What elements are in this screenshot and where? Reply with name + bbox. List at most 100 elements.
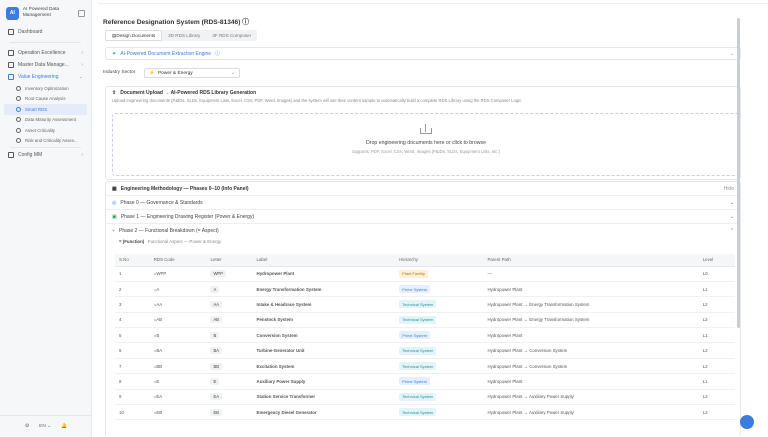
menu-icon xyxy=(8,62,14,68)
hide-button[interactable]: Hide xyxy=(724,186,734,192)
row-number: 3 xyxy=(115,296,150,313)
row-number: 7 xyxy=(115,358,150,375)
menu-icon xyxy=(8,152,14,158)
parent-path: Hydropower Plant xyxy=(483,373,699,390)
upload-icon: ⇪ xyxy=(112,89,117,96)
column-header[interactable]: Hierarchy xyxy=(395,254,484,267)
level: L2 xyxy=(698,389,735,406)
tab-rds-composer[interactable]: 3F RDS Composer xyxy=(206,30,257,41)
rds-code: =EA xyxy=(149,389,207,406)
bullet-icon xyxy=(16,106,21,112)
sidebar-item-label: Inventory Optimization xyxy=(25,85,69,91)
rds-label: Energy Transformation System xyxy=(252,281,396,298)
industry-select[interactable]: ⚡ Power & Energy ⌄ xyxy=(144,68,240,78)
sidebar-item-operation-excellence[interactable]: Operation Excellence › xyxy=(4,47,87,59)
collapse-sidebar-icon[interactable] xyxy=(78,9,85,17)
table-row[interactable]: 9 =EA EA Station Service Transformer Technic… xyxy=(115,389,735,406)
language-select[interactable]: EN ⌄ xyxy=(39,424,51,429)
phase-2[interactable]: ⑂ Phase 2 — Functional Breakdown (= Aspec… xyxy=(106,223,740,237)
column-header[interactable]: Letter xyxy=(206,254,253,267)
column-header[interactable]: Label xyxy=(252,254,396,267)
table-row[interactable]: 1 =WPP WPP Hydropower Plant Plant Facility — L… xyxy=(115,266,735,282)
sidebar-item-inventory-optimization[interactable]: Inventory Optimization xyxy=(4,83,87,94)
sidebar-item-dashboard[interactable]: Dashboard xyxy=(4,26,87,38)
file-dropzone[interactable]: Drop engineering documents here or click… xyxy=(112,113,740,176)
table-row[interactable]: 8 =E E Auxiliary Power Supply Prime System Hy… xyxy=(115,373,735,390)
rds-label: Auxiliary Power Supply xyxy=(252,373,396,390)
tab-design-documents[interactable]: ▤ Design Documents xyxy=(105,30,163,41)
chevron-down-icon[interactable]: ⌄ xyxy=(730,51,734,57)
table-row[interactable]: 10 =EB EB Emergency Diesel Generator Technic… xyxy=(115,404,735,421)
row-number: 8 xyxy=(115,373,150,390)
phase-0[interactable]: ◎ Phase 0 — Governance & Standards ⌄ xyxy=(106,195,740,209)
sidebar-item-smart-rds[interactable]: Smart RDS xyxy=(4,104,87,115)
sidebar-item-config-mm[interactable]: Config MM › xyxy=(4,149,87,161)
upload-description: Upload engineering documents (P&IDs, SLD… xyxy=(112,98,523,103)
table-row[interactable]: 5 =B B Conversion System Prime System Hydropo… xyxy=(115,327,735,344)
phase-breadcrumb: = (Function) Functional Aspect — Power &… xyxy=(119,239,222,244)
letter-badge: B xyxy=(210,331,220,339)
sidebar-item-master-data-manage[interactable]: Master Data Manage... › xyxy=(4,59,87,71)
table-row[interactable]: 7 =BB BB Excitation System Technical System H… xyxy=(115,358,735,375)
letter-badge: E xyxy=(210,377,220,385)
sidebar-item-value-engineering[interactable]: Value Engineering ⌄ xyxy=(4,71,87,83)
chevron-up-icon: ⌃ xyxy=(729,227,734,234)
phase-1[interactable]: ▣ Phase 1 — Engineering Drawing Register … xyxy=(106,209,740,223)
sparkle-icon: ✦ xyxy=(112,50,117,57)
info-icon[interactable]: ⓘ xyxy=(242,19,249,26)
hierarchy-badge: Prime System xyxy=(399,285,431,294)
level: L2 xyxy=(698,342,735,359)
settings-icon[interactable]: ⚙ xyxy=(25,424,29,429)
rds-label: Intake & Headrace System xyxy=(252,296,396,313)
rds-code: =BA xyxy=(149,342,207,359)
level: L0 xyxy=(698,266,735,282)
hierarchy-badge: Technical System xyxy=(399,392,437,401)
upload-icon xyxy=(420,124,432,134)
menu-icon xyxy=(8,50,14,56)
rds-label: Emergency Diesel Generator xyxy=(252,404,396,421)
rds-code: =AA xyxy=(149,296,207,313)
table-row[interactable]: 6 =BA BA Turbine-Generator Unit Technical Sy… xyxy=(115,342,735,359)
row-number: 10 xyxy=(115,404,150,421)
level: L1 xyxy=(698,327,735,344)
table-row[interactable]: 2 =A A Energy Transformation System Prime Sy… xyxy=(115,281,735,298)
app-logo: AI xyxy=(6,6,19,20)
shield-icon: ◎ xyxy=(112,199,117,206)
sidebar-item-data-maturity-assessment[interactable]: Data Maturity Assessment xyxy=(4,115,87,126)
row-number: 6 xyxy=(115,342,150,359)
column-header[interactable]: Parent Path xyxy=(483,254,699,267)
chevron-icon: › xyxy=(81,62,83,68)
hierarchy-badge: Technical System xyxy=(399,362,437,371)
rds-code: =B xyxy=(149,327,207,344)
sidebar-item-risk-and-criticality-asses[interactable]: Risk and Criticality Asses... xyxy=(4,136,87,147)
level: L2 xyxy=(698,358,735,375)
sidebar-item-root-cause-analysis[interactable]: Root Cause Analysis xyxy=(4,94,87,105)
sidebar-footer: ⚙ EN ⌄ 🔔 xyxy=(0,415,92,437)
info-icon: ⓘ xyxy=(215,51,221,57)
scrollbar[interactable] xyxy=(737,18,740,328)
bell-icon[interactable]: 🔔 xyxy=(61,424,67,429)
bullet-icon xyxy=(16,127,21,133)
table-row[interactable]: 4 =AB AB Penstock System Technical System Hyd… xyxy=(115,312,735,329)
letter-badge: BA xyxy=(210,347,223,355)
table-row[interactable]: 3 =AA AA Intake & Headrace System Technical … xyxy=(115,296,735,313)
level: L1 xyxy=(698,373,735,390)
column-header[interactable]: RDS Code xyxy=(149,254,207,267)
letter-badge: EA xyxy=(210,393,223,401)
sidebar-item-asset-criticality[interactable]: Asset Criticality xyxy=(4,125,87,136)
main-content: Reference Designation System (RDS-81346)… xyxy=(98,0,768,437)
hierarchy-icon: ⑂ xyxy=(112,227,116,234)
column-header[interactable]: S.No xyxy=(115,254,150,267)
level: L1 xyxy=(698,281,735,298)
column-header[interactable]: Level xyxy=(698,254,735,267)
letter-badge: EB xyxy=(210,408,223,416)
extraction-panel[interactable]: ✦ AI-Powered Document Extraction Engine … xyxy=(105,47,741,60)
bullet-icon xyxy=(16,85,21,91)
sidebar-item-label: Operation Excellence xyxy=(18,50,66,56)
assistant-button[interactable] xyxy=(740,415,754,429)
sidebar-item-label: Dashboard xyxy=(18,29,43,35)
tab-rds-library[interactable]: 3D RDS Library xyxy=(162,30,206,41)
rds-code: =EB xyxy=(149,404,207,421)
book-icon: ▦ xyxy=(112,185,117,192)
tab-bar: ▤ Design Documents 3D RDS Library 3F RDS… xyxy=(105,30,258,41)
